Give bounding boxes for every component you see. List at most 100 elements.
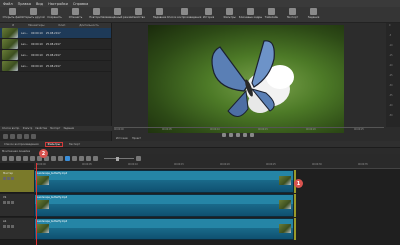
rewind-icon[interactable] xyxy=(229,133,233,137)
overwrite-icon[interactable] xyxy=(51,156,56,161)
playlist-tab[interactable]: Фильтр xyxy=(23,127,32,130)
properties-icon xyxy=(135,8,142,15)
playlist-tab[interactable]: Свойства xyxy=(35,127,47,130)
mute-icon[interactable] xyxy=(3,177,6,180)
mute-icon[interactable] xyxy=(3,201,6,204)
skip-start-icon[interactable] xyxy=(222,133,226,137)
toolbar-button[interactable]: Открыть файл xyxy=(2,7,23,23)
lock-icon[interactable] xyxy=(11,177,14,180)
toolbar-button[interactable]: Список воспроизведения xyxy=(167,7,201,23)
ripple-all-icon[interactable] xyxy=(86,156,91,161)
track-buttons xyxy=(3,201,14,204)
ruler-tick-label: 00:00:25 xyxy=(266,163,276,166)
playlist-tab[interactable]: Задания xyxy=(63,127,74,130)
timeline-clip[interactable]: Landscape_butterfly.mp4 xyxy=(34,194,294,217)
toolbar-button[interactable]: История xyxy=(198,7,219,23)
timeline-clip[interactable]: Landscape_butterfly.mp4 xyxy=(34,170,294,193)
clip-end-handle[interactable] xyxy=(294,194,296,217)
lock-icon[interactable] xyxy=(11,201,14,204)
timeline-clip[interactable]: Landscape_butterfly.mp4 xyxy=(34,218,294,240)
toolbar-button[interactable]: Ключевые кадры xyxy=(238,7,263,23)
layout-icon xyxy=(114,8,121,15)
copy-icon[interactable] xyxy=(16,156,21,161)
toolbar-button[interactable]: Экспорт xyxy=(282,7,303,23)
playlist-tab[interactable]: Экспорт xyxy=(50,127,60,130)
video-preview[interactable] xyxy=(148,25,344,133)
column-header[interactable]: Миниатюры xyxy=(28,24,44,27)
update-icon[interactable] xyxy=(17,134,22,139)
timeline-ruler[interactable]: 00:00:00 00:00:05 00:00:10 00:00:15 00:00:20… xyxy=(34,163,400,169)
mute-icon[interactable] xyxy=(3,225,6,228)
forward-icon[interactable] xyxy=(243,133,247,137)
toolbar-button[interactable]: Фильтры xyxy=(219,7,240,23)
track-header[interactable]: Мастер xyxy=(0,170,34,193)
toolbar-button[interactable]: Отменить xyxy=(65,7,86,23)
playhead[interactable] xyxy=(36,163,37,245)
list-item[interactable]: Lan... 00:00:10 25.08.2017 xyxy=(0,39,111,50)
panel-tab[interactable]: Список воспроизведения xyxy=(2,143,41,146)
play-icon[interactable] xyxy=(236,133,240,137)
player-ruler[interactable]: 00:00:00 00:00:05 00:00:10 00:00:15 00:00:20… xyxy=(114,127,384,131)
meter-tick-label: -15 xyxy=(389,54,393,57)
scrub-icon[interactable] xyxy=(72,156,77,161)
clip-name: Lan... xyxy=(21,31,29,35)
list-item[interactable]: Lan... 00:00:10 25.08.2017 xyxy=(0,61,111,72)
toolbar-button[interactable]: Совмещённый режим xyxy=(103,7,132,23)
audio-meter: 0 -5 -10 -15 -20 -25 -30 -35 -40 -50 xyxy=(386,23,400,127)
clip-end-handle[interactable] xyxy=(294,218,296,240)
main-toolbar: Открыть файл Открыть другой Сохранить Отмен… xyxy=(0,7,400,23)
append-icon[interactable] xyxy=(30,156,35,161)
clip-date: 25.08.2017 xyxy=(45,64,61,68)
menu-item[interactable]: Вид xyxy=(36,2,43,6)
add-icon[interactable] xyxy=(3,134,8,139)
snap-icon[interactable] xyxy=(65,156,70,161)
menu-item[interactable]: Файл xyxy=(3,2,13,6)
column-header[interactable]: Длительность xyxy=(79,24,98,27)
toolbar-button[interactable]: Недавние xyxy=(149,7,170,23)
toolbar-button[interactable]: Повторить xyxy=(86,7,107,23)
remove-icon[interactable] xyxy=(10,134,15,139)
hide-icon[interactable] xyxy=(7,225,10,228)
view-grid-icon[interactable] xyxy=(31,134,36,139)
clip-duration: 00:00:10 xyxy=(31,53,43,57)
view-list-icon[interactable] xyxy=(24,134,29,139)
ripple-icon[interactable] xyxy=(79,156,84,161)
clip-title: Landscape_butterfly.mp4 xyxy=(37,172,68,175)
ruler-tick-label: 00:00:25 xyxy=(354,128,364,131)
list-item[interactable]: Lan... 00:00:10 25.08.2017 xyxy=(0,28,111,39)
skip-end-icon[interactable] xyxy=(250,133,254,137)
track-header[interactable]: V1 xyxy=(0,194,34,217)
toolbar-button[interactable]: Сохранить xyxy=(44,7,65,23)
split-icon[interactable] xyxy=(58,156,63,161)
menu-item[interactable]: Правка xyxy=(18,2,31,6)
toolbar-button[interactable]: Задания xyxy=(303,7,324,23)
toolbar-button-label: Ключевые кадры xyxy=(238,16,263,19)
paste-icon[interactable] xyxy=(23,156,28,161)
zoom-slider[interactable] xyxy=(104,156,134,161)
toolbar-button[interactable]: Открыть другой xyxy=(22,7,45,23)
track-header[interactable]: A1 xyxy=(0,218,34,240)
clip-date: 25.08.2017 xyxy=(45,53,61,57)
zoom-in-icon[interactable] xyxy=(136,156,141,161)
menu-item[interactable]: Справка xyxy=(73,2,88,6)
list-item[interactable]: Lan... 00:00:10 25.08.2017 xyxy=(0,50,111,61)
player-tab[interactable]: Проект xyxy=(132,137,141,140)
export-icon xyxy=(289,8,296,15)
panel-tab[interactable]: Экспорт xyxy=(67,143,82,146)
column-header[interactable]: # xyxy=(12,24,14,27)
lock-icon[interactable] xyxy=(11,225,14,228)
track-buttons xyxy=(3,177,14,180)
hide-icon[interactable] xyxy=(7,177,10,180)
toolbar-button[interactable]: Таймлайн xyxy=(261,7,282,23)
meter-tick-label: -30 xyxy=(389,84,393,87)
zoom-out-icon[interactable] xyxy=(93,156,98,161)
toolbar-button[interactable]: Свойства xyxy=(128,7,149,23)
menu-item[interactable]: Настройки xyxy=(48,2,68,6)
cut-icon[interactable] xyxy=(9,156,14,161)
panel-tab[interactable]: Фильтры xyxy=(44,141,63,147)
column-header[interactable]: Клип xyxy=(58,24,65,27)
player-tab[interactable]: Источник xyxy=(116,137,128,140)
menu-icon[interactable] xyxy=(2,156,7,161)
hide-icon[interactable] xyxy=(7,201,10,204)
playlist-tab[interactable]: Список воспр. xyxy=(2,127,20,130)
